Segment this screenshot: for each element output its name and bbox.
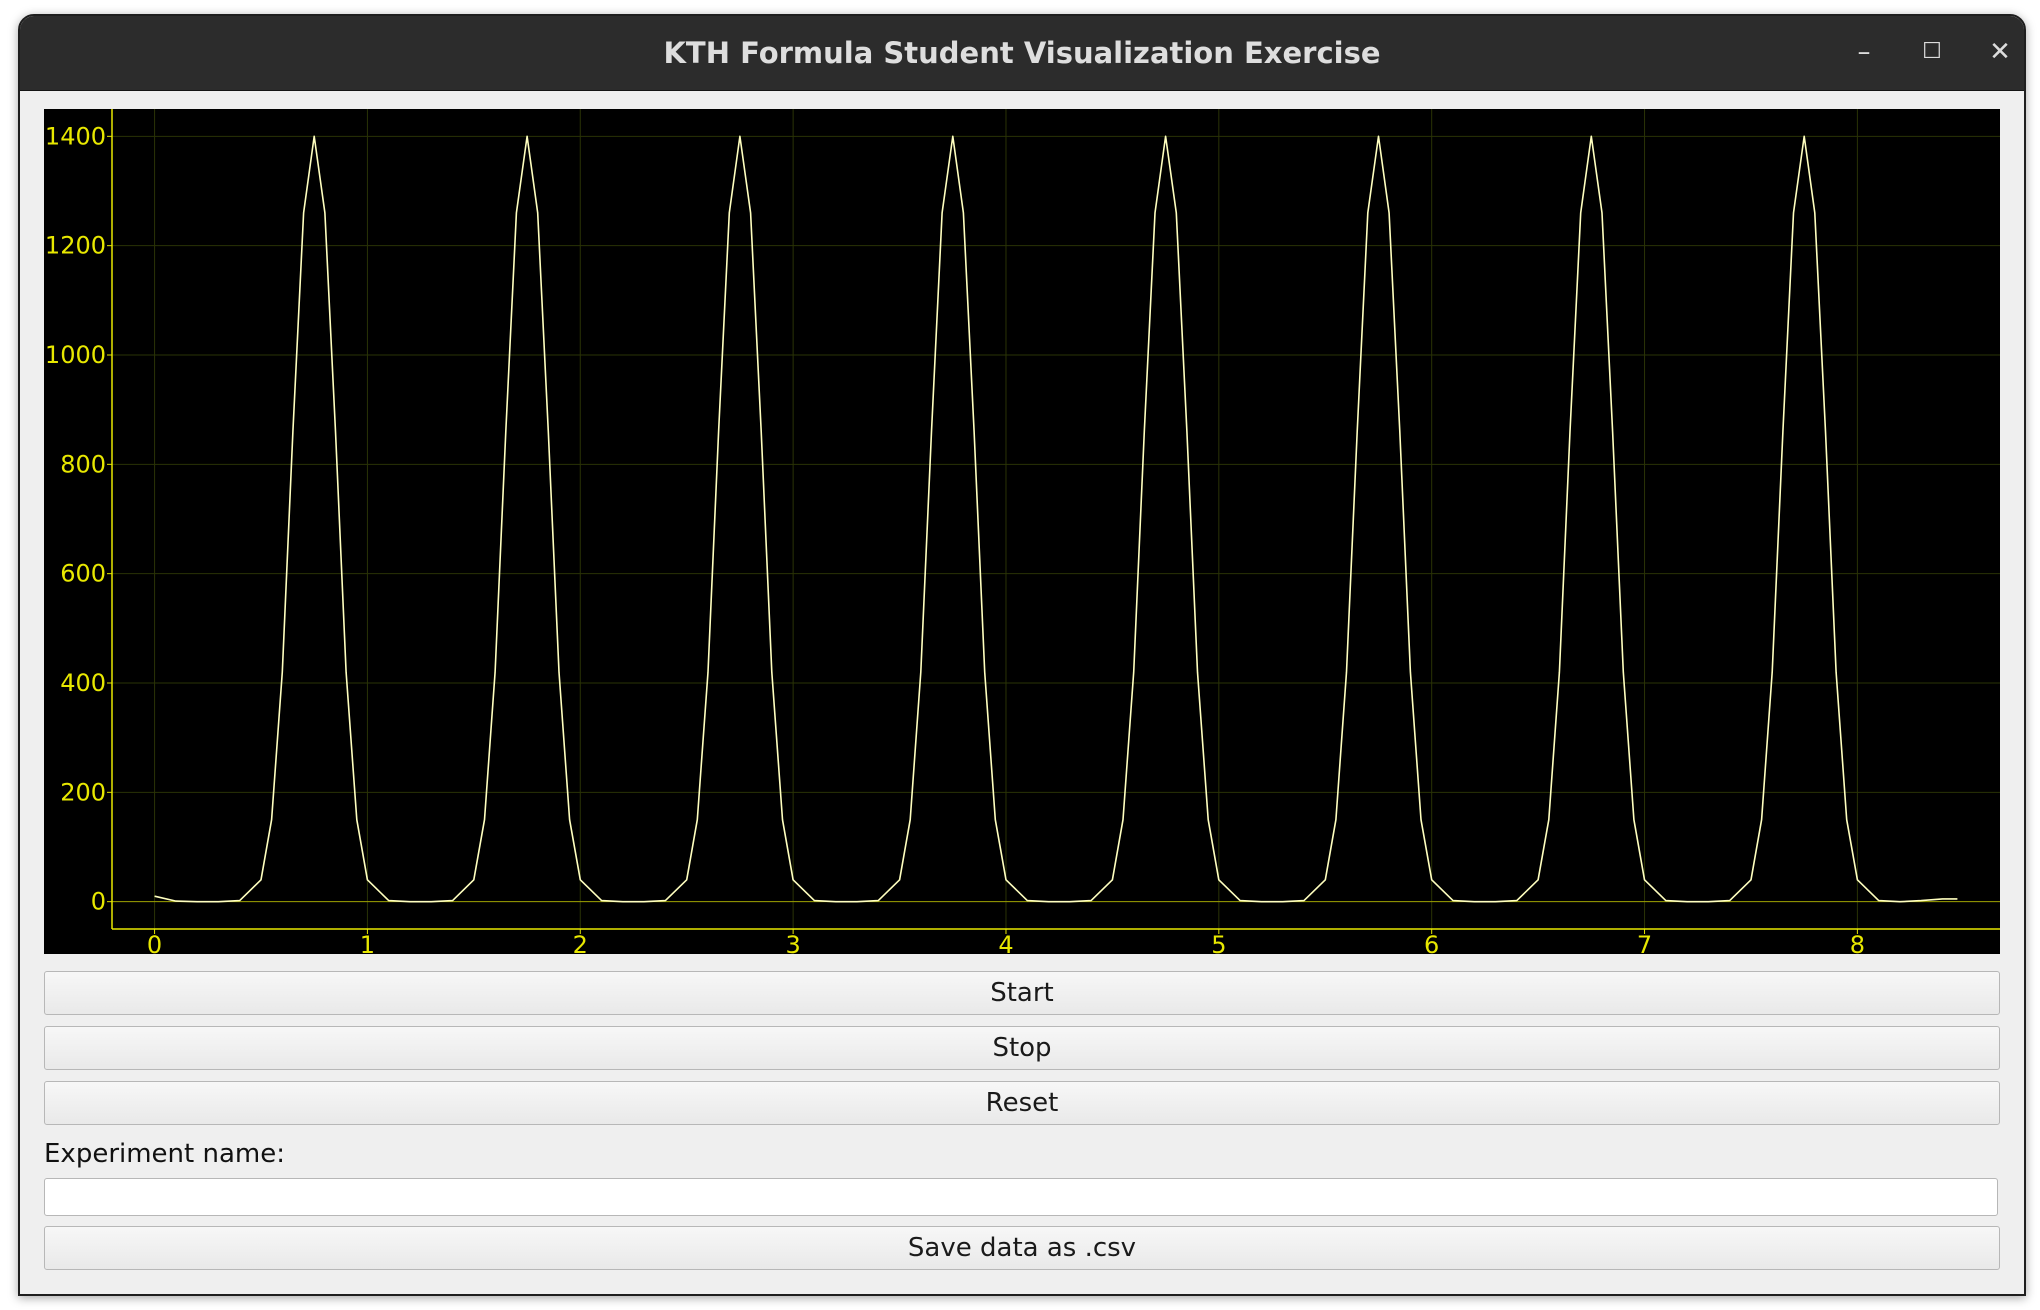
y-tick-label: 0	[91, 888, 106, 916]
save-csv-button[interactable]: Save data as .csv	[44, 1226, 2000, 1270]
y-tick-label: 1200	[45, 232, 106, 260]
y-tick-label: 600	[60, 560, 106, 588]
x-tick-label: 8	[1850, 931, 1865, 954]
experiment-name-label: Experiment name:	[44, 1139, 285, 1169]
series-line	[154, 135, 1958, 903]
stop-button[interactable]: Stop	[44, 1026, 2000, 1070]
window-title: KTH Formula Student Visualization Exerci…	[663, 36, 1381, 70]
x-tick-label: 3	[785, 931, 800, 954]
x-tick-label: 0	[147, 931, 162, 954]
experiment-name-input[interactable]	[44, 1178, 1998, 1216]
x-tick-label: 7	[1637, 931, 1652, 954]
signal-plot[interactable]: 0 1 2 3 4 5 6 7 8 0 200 400 600 800 1000 1200 1400	[44, 109, 2000, 954]
y-tick-label: 400	[60, 669, 106, 697]
maximize-icon[interactable]: ☐	[1914, 34, 1950, 70]
start-button[interactable]: Start	[44, 971, 2000, 1015]
y-tick-label: 1400	[45, 122, 106, 150]
plot-canvas: 0 1 2 3 4 5 6 7 8 0 200 400 600 800 1000 1200 1400	[45, 109, 2000, 954]
y-tick-label: 800	[60, 450, 106, 478]
app-window: KTH Formula Student Visualization Exerci…	[18, 14, 2026, 1296]
minimize-icon[interactable]: –	[1846, 34, 1882, 70]
close-icon[interactable]: ✕	[1982, 34, 2018, 70]
x-tick-label: 2	[573, 931, 588, 954]
title-bar[interactable]: KTH Formula Student Visualization Exerci…	[20, 16, 2024, 91]
reset-button[interactable]: Reset	[44, 1081, 2000, 1125]
x-tick-label: 6	[1424, 931, 1439, 954]
y-tick-label: 200	[60, 778, 106, 806]
x-tick-label: 1	[360, 931, 375, 954]
x-tick-label: 4	[998, 931, 1013, 954]
y-tick-label: 1000	[45, 341, 106, 369]
x-tick-label: 5	[1211, 931, 1226, 954]
